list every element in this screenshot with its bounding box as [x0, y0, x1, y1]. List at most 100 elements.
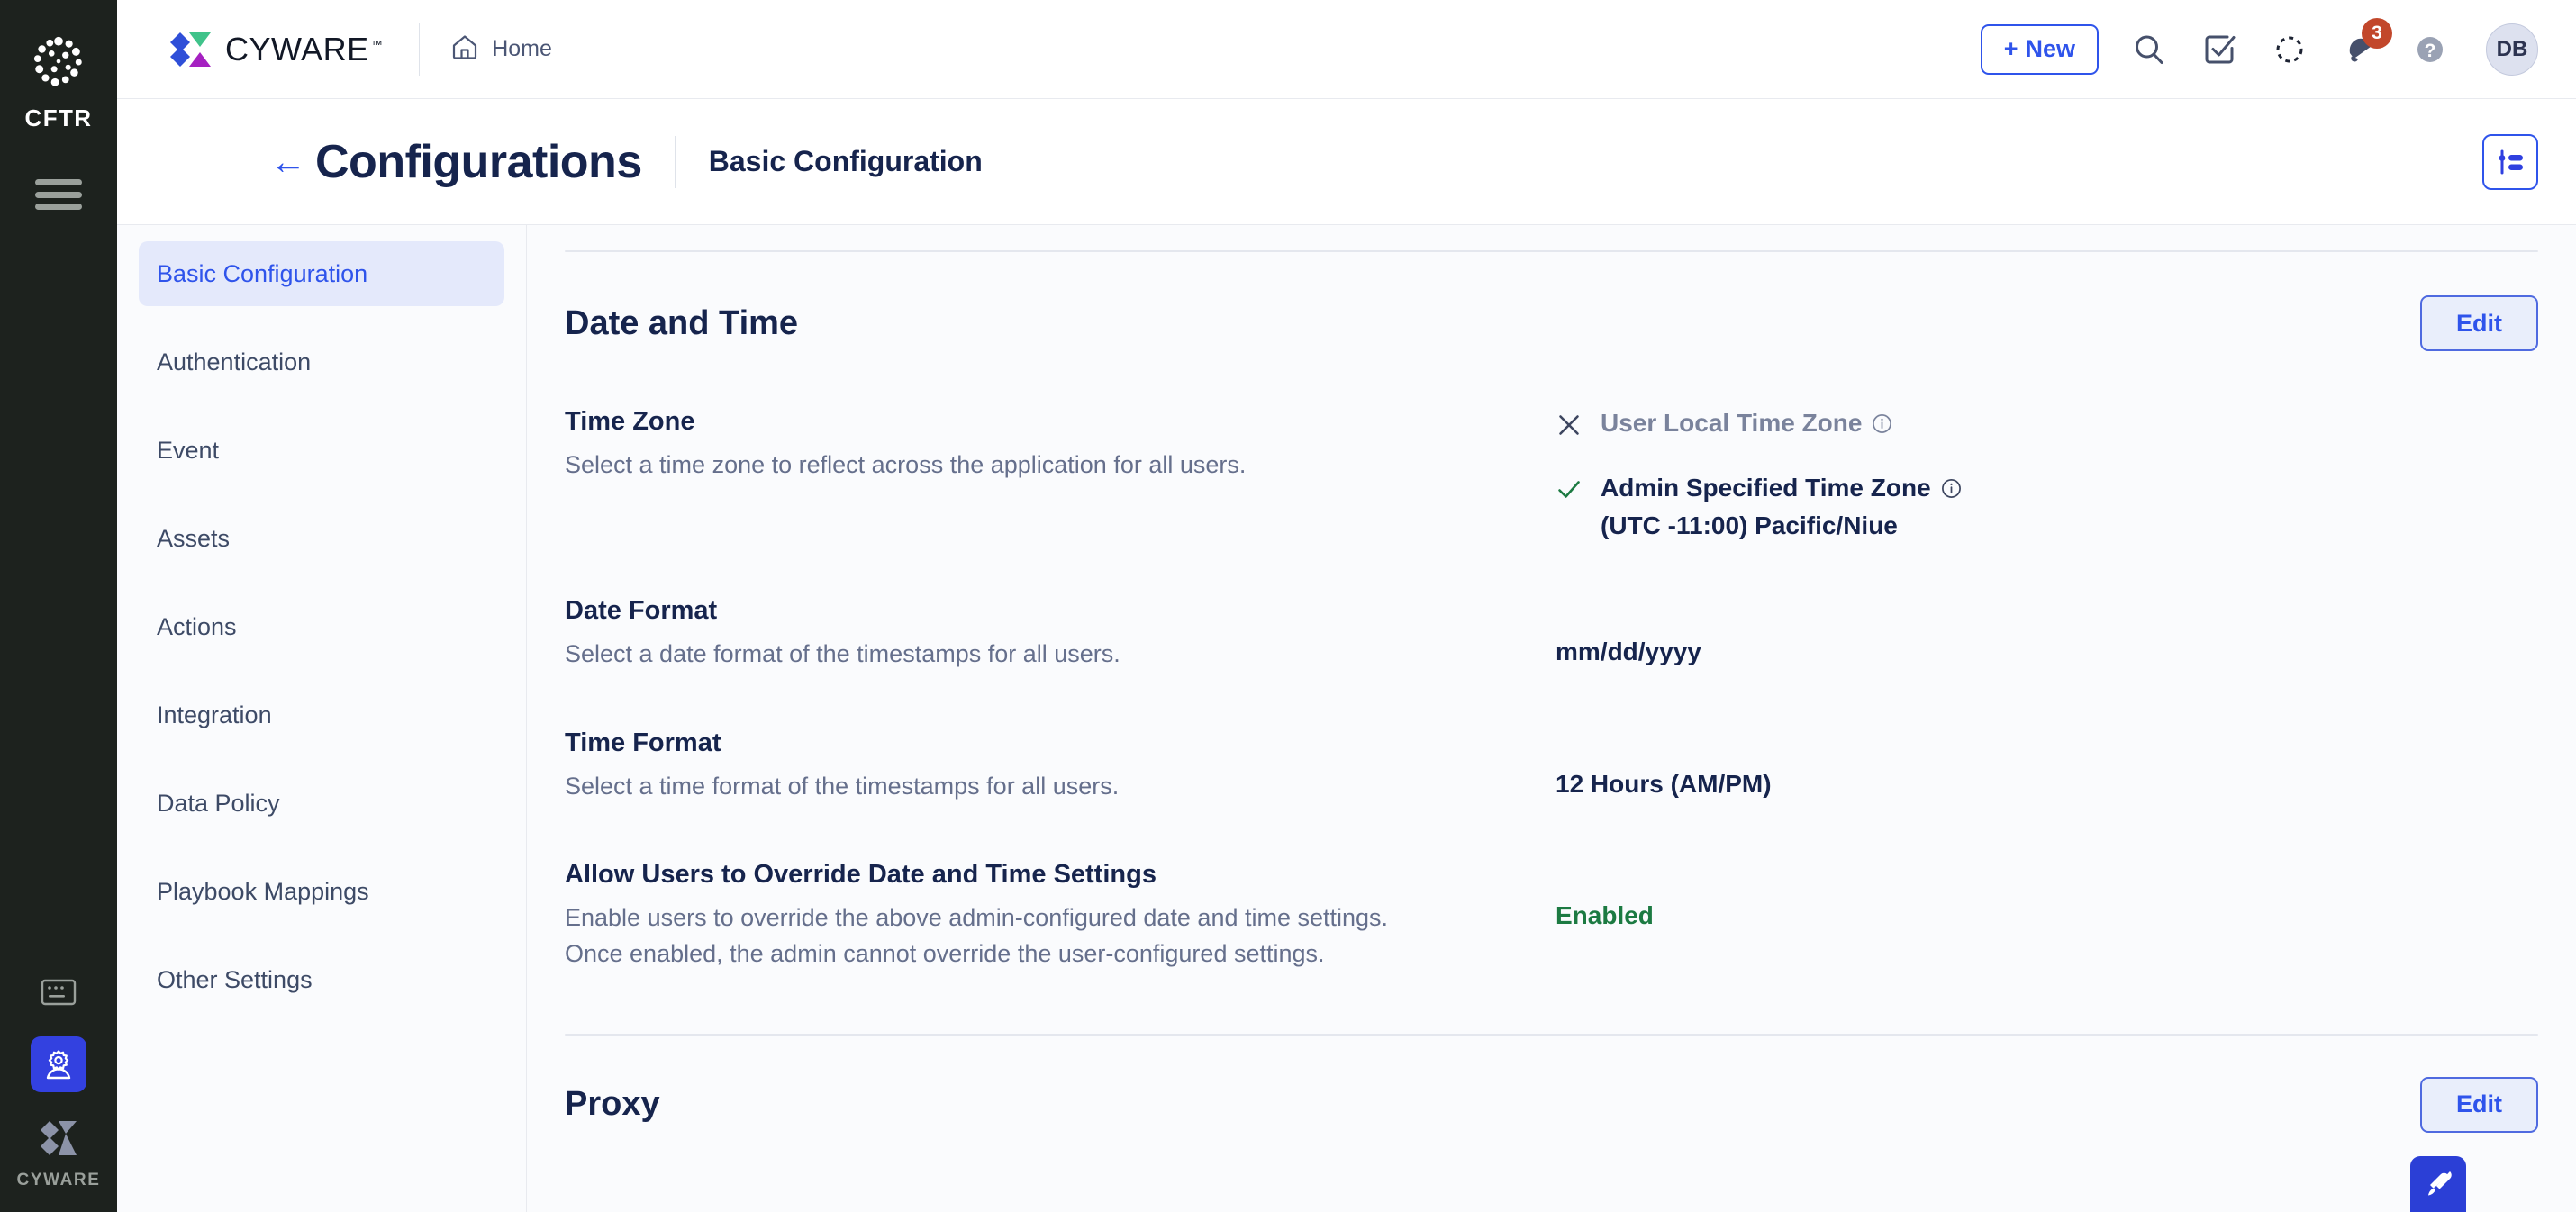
sidebar-item-other-settings[interactable]: Other Settings [139, 947, 504, 1012]
plus-icon: + [2004, 35, 2018, 63]
setting-label: Time Format [565, 728, 1528, 758]
rail-logo-group: CFTR [25, 34, 93, 132]
sidebar-item-basic-configuration[interactable]: Basic Configuration [139, 241, 504, 306]
proxy-section: Proxy Edit [565, 1034, 2538, 1133]
page-subtitle: Basic Configuration [709, 145, 983, 178]
config-nav-list: Basic Configuration Authentication Event… [117, 225, 527, 1212]
svg-text:?: ? [2425, 41, 2436, 61]
setting-label-group: Time Zone Select a time zone to reflect … [565, 407, 1556, 484]
content-top-divider [565, 250, 2538, 252]
avatar[interactable]: DB [2486, 23, 2538, 76]
hamburger-bar [35, 192, 82, 198]
option-title: User Local Time Zone [1601, 409, 1892, 438]
dashed-circle-icon[interactable] [2270, 30, 2309, 69]
config-content: Date and Time Edit Time Zone Select a ti… [527, 225, 2576, 1212]
setting-label-group: Allow Users to Override Date and Time Se… [565, 860, 1556, 972]
app-rail: CFTR [0, 0, 117, 1212]
cyware-mark-icon [38, 1119, 79, 1162]
top-bar: CYWARE™ Home + New [117, 0, 2576, 99]
notification-bell-icon[interactable]: 3 [2340, 30, 2380, 69]
cyware-logo-icon [168, 29, 214, 70]
sidebar-item-label: Actions [157, 613, 237, 641]
sidebar-item-label: Basic Configuration [157, 260, 367, 288]
setting-label-group: Time Format Select a time format of the … [565, 728, 1556, 805]
proxy-section-header: Proxy Edit [565, 1077, 2538, 1133]
info-circle-icon[interactable] [1941, 478, 1962, 499]
app-root: CFTR [0, 0, 2576, 1212]
status-badge: Enabled [1556, 901, 2538, 930]
edit-date-time-button[interactable]: Edit [2420, 295, 2538, 351]
admin-user-settings-icon[interactable] [31, 1036, 86, 1092]
sidebar-item-assets[interactable]: Assets [139, 506, 504, 571]
back-arrow-icon[interactable]: ← [270, 144, 306, 180]
breadcrumb[interactable]: Home [450, 32, 552, 66]
info-circle-icon[interactable] [1872, 413, 1892, 434]
sidebar-item-authentication[interactable]: Authentication [139, 330, 504, 394]
cyware-logo[interactable]: CYWARE™ [168, 29, 383, 70]
edit-proxy-button[interactable]: Edit [2420, 1077, 2538, 1133]
task-check-icon[interactable] [2200, 30, 2239, 69]
setting-row-allow-override: Allow Users to Override Date and Time Se… [565, 860, 2538, 972]
page-header-divider [675, 136, 676, 188]
setting-value: mm/dd/yyyy [1556, 638, 2538, 666]
x-icon [1556, 409, 1583, 438]
time-zone-option-user-local[interactable]: User Local Time Zone [1556, 409, 2538, 438]
option-body: User Local Time Zone [1601, 409, 1892, 438]
rail-footer-logo: CYWARE [17, 1119, 101, 1190]
check-icon [1556, 474, 1583, 502]
section-title: Date and Time [565, 304, 798, 343]
rocket-feedback-icon[interactable] [2410, 1156, 2466, 1212]
cyware-trademark: ™ [371, 38, 384, 51]
setting-row-time-format: Time Format Select a time format of the … [565, 728, 2538, 805]
sidebar-item-playbook-mappings[interactable]: Playbook Mappings [139, 859, 504, 924]
new-button-label: New [2025, 35, 2075, 63]
sidebar-item-data-policy[interactable]: Data Policy [139, 771, 504, 836]
option-title: Admin Specified Time Zone [1601, 474, 1962, 502]
hamburger-menu-icon[interactable] [35, 179, 82, 210]
sidebar-item-actions[interactable]: Actions [139, 594, 504, 659]
setting-value-group: mm/dd/yyyy [1556, 596, 2538, 666]
setting-description: Select a time zone to reflect across the… [565, 448, 1528, 484]
proxy-section-title: Proxy [565, 1085, 660, 1124]
sliders-settings-icon[interactable] [2482, 134, 2538, 190]
rail-footer-label: CYWARE [17, 1171, 101, 1190]
time-zone-option-admin-specified[interactable]: Admin Specified Time Zone [1556, 474, 2538, 540]
page-title: Configurations [315, 135, 642, 189]
cftr-dots-logo-icon [31, 34, 86, 90]
rail-brand-label: CFTR [25, 104, 93, 132]
option-subvalue: (UTC -11:00) Pacific/Niue [1601, 511, 1962, 540]
sidebar-item-label: Data Policy [157, 790, 280, 818]
breadcrumb-label: Home [492, 36, 552, 62]
sidebar-item-label: Playbook Mappings [157, 878, 369, 906]
setting-value-group: Enabled [1556, 860, 2538, 930]
option-title-label: User Local Time Zone [1601, 409, 1862, 438]
setting-row-date-format: Date Format Select a date format of the … [565, 596, 2538, 673]
option-body: Admin Specified Time Zone [1601, 474, 1962, 540]
setting-label: Date Format [565, 596, 1528, 626]
sidebar-item-event[interactable]: Event [139, 418, 504, 483]
date-time-section-header: Date and Time Edit [565, 295, 2538, 351]
setting-description-line2: Once enabled, the admin cannot override … [565, 936, 1528, 972]
right-pane: CYWARE™ Home + New [117, 0, 2576, 1212]
notification-badge: 3 [2362, 18, 2392, 49]
home-icon [450, 32, 479, 66]
setting-value-group: 12 Hours (AM/PM) [1556, 728, 2538, 799]
setting-description: Select a time format of the timestamps f… [565, 769, 1528, 805]
sidebar-item-integration[interactable]: Integration [139, 683, 504, 747]
sidebar-item-label: Other Settings [157, 966, 313, 994]
topbar-divider [419, 23, 420, 76]
proxy-section-divider [565, 1034, 2538, 1036]
topbar-actions: + New [1981, 23, 2538, 76]
page-body: Basic Configuration Authentication Event… [117, 225, 2576, 1212]
terminal-icon[interactable] [38, 972, 79, 1013]
page-header: ← Configurations Basic Configuration [117, 99, 2576, 225]
option-title-label: Admin Specified Time Zone [1601, 474, 1931, 502]
new-button[interactable]: + New [1981, 24, 2099, 75]
help-icon[interactable]: ? [2410, 30, 2450, 69]
setting-description: Select a date format of the timestamps f… [565, 637, 1528, 673]
rail-bottom-group: CYWARE [0, 972, 117, 1190]
setting-value: 12 Hours (AM/PM) [1556, 770, 2538, 799]
setting-value-group: User Local Time Zone [1556, 407, 2538, 540]
search-icon[interactable] [2129, 30, 2169, 69]
setting-label-group: Date Format Select a date format of the … [565, 596, 1556, 673]
